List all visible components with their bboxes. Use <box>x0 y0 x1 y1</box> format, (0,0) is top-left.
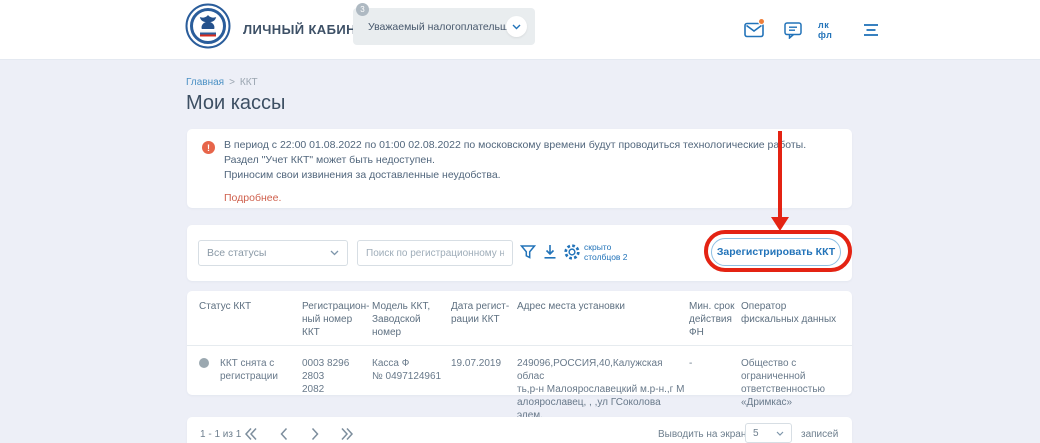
fns-logo-icon[interactable] <box>185 3 231 49</box>
warning-icon: ! <box>202 141 215 154</box>
lk-fl-label: лк фл <box>818 20 846 40</box>
pagination-bar: 1 - 1 из 1 Выводить на экране 5 записей <box>187 417 852 443</box>
gear-icon[interactable] <box>563 243 581 261</box>
download-icon[interactable] <box>541 243 559 261</box>
pagination-range: 1 - 1 из 1 <box>200 429 241 440</box>
last-page-icon[interactable] <box>335 423 359 443</box>
annotation-ellipse <box>704 230 852 272</box>
breadcrumb-separator: > <box>229 77 235 88</box>
breadcrumb-current: ККТ <box>240 77 258 88</box>
column-header-min-fn: Мин. срок действия ФН <box>689 300 741 339</box>
column-header-model: Модель ККТ, Заводской номер <box>372 300 451 339</box>
filter-icon[interactable] <box>519 243 537 261</box>
status-dot-icon <box>199 358 209 368</box>
status-filter-select[interactable]: Все статусы <box>198 240 348 266</box>
details-link[interactable]: Подробнее. <box>224 192 281 204</box>
next-page-icon[interactable] <box>303 423 327 443</box>
per-page-value: 5 <box>753 428 759 439</box>
search-input[interactable] <box>357 240 513 266</box>
annotation-arrow-line <box>778 131 782 219</box>
chevron-down-icon <box>330 250 339 256</box>
column-header-address: Адрес места установки <box>517 300 689 339</box>
page: ЛИЧНЫЙ КАБИНЕТ ИП 3 Уважаемый налогоплат… <box>0 0 1040 443</box>
pagination-nav <box>239 423 359 443</box>
menu-icon[interactable] <box>857 16 885 44</box>
chevron-down-icon <box>776 431 784 436</box>
greeting-dropdown[interactable]: 3 Уважаемый налогоплательщик! <box>353 8 535 45</box>
per-page-select[interactable]: 5 <box>745 423 792 443</box>
alert-message: В период с 22:00 01.08.2022 по 01:00 02.… <box>224 138 836 183</box>
column-header-status: Статус ККТ <box>199 300 302 339</box>
column-header-operator: Оператор фискальных данных <box>741 300 840 339</box>
records-label: записей <box>801 429 838 440</box>
annotation-arrow-head <box>771 217 789 231</box>
top-header: ЛИЧНЫЙ КАБИНЕТ ИП 3 Уважаемый налогоплат… <box>0 0 1040 60</box>
breadcrumb: Главная > ККТ <box>186 77 258 88</box>
prev-page-icon[interactable] <box>271 423 295 443</box>
lk-fl-link[interactable]: лк фл <box>818 16 846 44</box>
kkt-table: Статус ККТ Регистрацион- ный номер ККТ М… <box>187 291 852 395</box>
chat-icon[interactable] <box>779 16 807 44</box>
status-filter-value: Все статусы <box>207 247 266 259</box>
hidden-columns-label[interactable]: скрыто столбцов 2 <box>584 242 628 262</box>
maintenance-alert: ! В период с 22:00 01.08.2022 по 01:00 0… <box>187 129 852 208</box>
page-title: Мои кассы <box>186 92 285 115</box>
mail-icon[interactable] <box>740 16 768 44</box>
breadcrumb-home-link[interactable]: Главная <box>186 77 224 88</box>
column-header-reg-number: Регистрацион- ный номер ККТ <box>302 300 372 339</box>
notification-badge: 3 <box>356 3 369 16</box>
first-page-icon[interactable] <box>239 423 263 443</box>
table-header-row: Статус ККТ Регистрацион- ный номер ККТ М… <box>187 291 852 346</box>
header-icon-bar: лк фл <box>740 16 885 44</box>
chevron-down-icon[interactable] <box>506 16 527 37</box>
mail-notification-dot <box>758 18 765 25</box>
per-page-label: Выводить на экране <box>658 429 752 440</box>
column-header-reg-date: Дата регист- рации ККТ <box>451 300 517 339</box>
greeting-label: Уважаемый налогоплательщик! <box>368 21 522 33</box>
